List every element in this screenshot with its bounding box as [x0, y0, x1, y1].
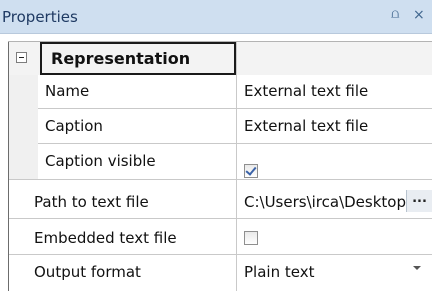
row-divider: [38, 108, 432, 109]
category-label[interactable]: Representation: [40, 42, 236, 75]
property-row-name[interactable]: Name External text file: [0, 75, 432, 108]
property-output-format-label: Output format: [34, 263, 141, 281]
close-icon[interactable]: ×: [413, 8, 425, 22]
path-value-field[interactable]: C:\Users\irca\Desktop\: [244, 190, 406, 214]
row-divider: [38, 143, 432, 144]
output-format-value[interactable]: Plain text: [244, 256, 314, 289]
property-embedded-label: Embedded text file: [34, 229, 177, 247]
property-name-value[interactable]: External text file: [244, 75, 368, 108]
property-name-label: Name: [45, 82, 90, 100]
property-row-caption-visible[interactable]: Caption visible: [0, 145, 432, 178]
output-format-dropdown[interactable]: [404, 257, 430, 279]
browse-button[interactable]: ...: [406, 190, 432, 212]
panel-title: Properties: [2, 8, 78, 26]
chevron-down-icon: [413, 266, 421, 270]
property-path-label: Path to text file: [34, 193, 149, 211]
property-row-output-format[interactable]: Output format Plain text: [0, 256, 432, 289]
property-row-caption[interactable]: Caption External text file: [0, 110, 432, 143]
pin-icon[interactable]: ⩍: [391, 8, 399, 22]
embedded-text-file-checkbox[interactable]: [244, 231, 258, 245]
property-caption-label: Caption: [45, 117, 103, 135]
row-divider: [9, 218, 432, 219]
caption-visible-checkbox[interactable]: [244, 164, 258, 178]
path-value-text: C:\Users\irca\Desktop\: [244, 193, 406, 211]
row-divider: [9, 179, 432, 180]
row-divider: [9, 254, 432, 255]
property-caption-value[interactable]: External text file: [244, 110, 368, 143]
collapse-icon[interactable]: [16, 52, 27, 63]
column-divider: [236, 42, 237, 291]
property-caption-visible-label: Caption visible: [45, 152, 156, 170]
properties-titlebar: Properties ⩍ ×: [0, 0, 432, 34]
property-row-embedded[interactable]: Embedded text file: [0, 222, 432, 255]
